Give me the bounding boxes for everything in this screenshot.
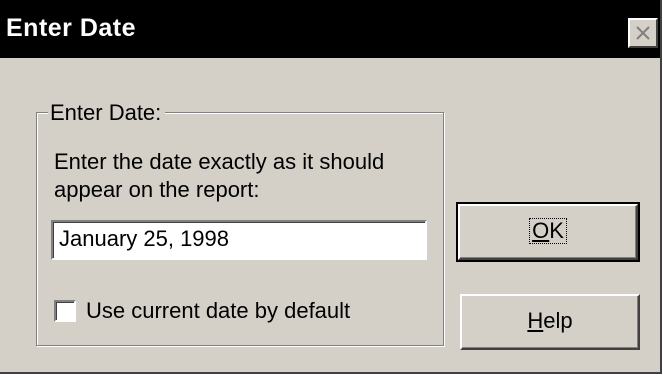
enter-date-dialog: Enter Date Enter Date: Enter the date ex…	[0, 0, 662, 374]
ok-button-label: OK	[529, 218, 567, 244]
instructions-text: Enter the date exactly as it should appe…	[54, 149, 385, 202]
date-input[interactable]: January 25, 1998	[51, 220, 427, 260]
window-title: Enter Date	[6, 14, 137, 42]
title-bar: Enter Date	[0, 0, 660, 58]
close-button[interactable]	[628, 18, 658, 48]
close-icon	[636, 26, 650, 40]
help-button-label: Help	[527, 308, 573, 333]
ok-button[interactable]: OK	[456, 202, 640, 262]
use-current-date-checkbox[interactable]	[54, 300, 76, 322]
use-current-date-label[interactable]: Use current date by default	[86, 298, 350, 324]
help-button[interactable]: Help	[460, 294, 640, 350]
groupbox-label: Enter Date:	[48, 100, 166, 126]
